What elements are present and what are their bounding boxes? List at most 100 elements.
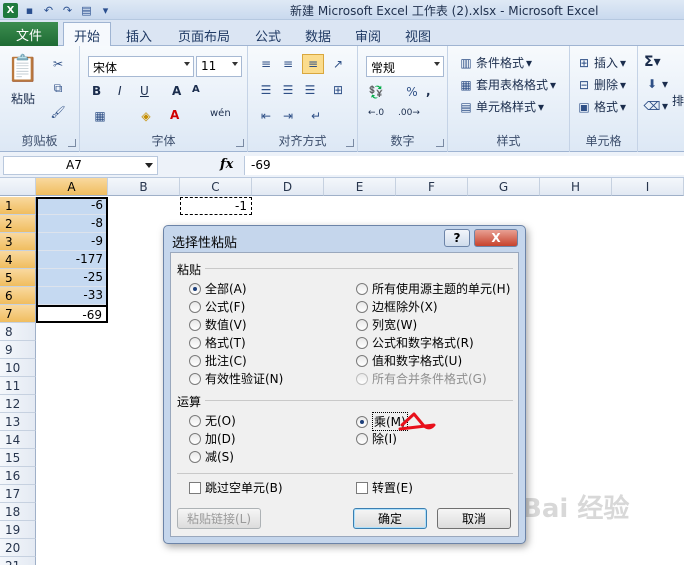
name-box[interactable]: A7	[3, 156, 158, 175]
skip-blanks-checkbox[interactable]: 跳过空单元(B)	[189, 479, 283, 496]
row-header[interactable]: 8	[0, 323, 36, 341]
tab-home[interactable]: 开始	[63, 22, 111, 47]
row-header[interactable]: 10	[0, 359, 36, 377]
merge-center-icon[interactable]: ⊞	[330, 82, 346, 98]
cell-a2[interactable]: -8	[36, 215, 108, 233]
column-header-e[interactable]: E	[324, 178, 396, 196]
row-header[interactable]: 16	[0, 467, 36, 485]
decrease-decimal-icon[interactable]: .00→	[398, 108, 420, 118]
cell-a1[interactable]: -6	[36, 197, 108, 215]
row-header[interactable]: 15	[0, 449, 36, 467]
row-header[interactable]: 1	[0, 197, 36, 215]
tab-data[interactable]: 数据	[298, 24, 338, 46]
column-header-c[interactable]: C	[180, 178, 252, 196]
align-bottom-icon[interactable]: ≡	[302, 54, 324, 74]
decrease-indent-icon[interactable]: ⇤	[258, 108, 274, 124]
italic-icon[interactable]: I	[118, 84, 122, 98]
option-formulas[interactable]: 公式(F)	[189, 298, 245, 315]
row-header[interactable]: 11	[0, 377, 36, 395]
option-formats[interactable]: 格式(T)	[189, 334, 246, 351]
row-header[interactable]: 3	[0, 233, 36, 251]
insert-cells-button[interactable]: ⊞ 插入 ▾	[576, 54, 626, 71]
option-comments[interactable]: 批注(C)	[189, 352, 247, 369]
tab-insert[interactable]: 插入	[118, 24, 160, 46]
column-header-a[interactable]: A	[36, 178, 108, 196]
format-as-table-button[interactable]: ▦ 套用表格格式 ▾	[458, 76, 556, 93]
row-header[interactable]: 4	[0, 251, 36, 269]
row-header[interactable]: 13	[0, 413, 36, 431]
paste-button[interactable]: 📋 粘贴	[7, 54, 39, 107]
cell-c1-copied[interactable]: -1	[180, 197, 252, 215]
column-header-d[interactable]: D	[252, 178, 324, 196]
option-formulas-number-formats[interactable]: 公式和数字格式(R)	[356, 334, 474, 351]
font-size-combo[interactable]: 11	[196, 56, 242, 77]
redo-icon[interactable]: ↷	[60, 3, 75, 18]
paste-link-button[interactable]: 粘贴链接(L)	[177, 508, 261, 529]
clear-icon[interactable]: ⌫ ▾	[644, 98, 669, 114]
autosum-icon[interactable]: Σ▾	[644, 54, 661, 70]
option-column-widths[interactable]: 列宽(W)	[356, 316, 417, 333]
tab-view[interactable]: 视图	[398, 24, 438, 46]
alignment-launcher-icon[interactable]	[346, 139, 354, 147]
row-header[interactable]: 6	[0, 287, 36, 305]
option-none[interactable]: 无(O)	[189, 412, 236, 429]
tab-page-layout[interactable]: 页面布局	[170, 24, 238, 46]
row-header[interactable]: 14	[0, 431, 36, 449]
row-header[interactable]: 21	[0, 557, 36, 565]
increase-indent-icon[interactable]: ⇥	[280, 108, 296, 124]
formula-input[interactable]: -69	[244, 156, 684, 175]
number-format-combo[interactable]: 常规	[366, 56, 444, 77]
percent-icon[interactable]: %	[404, 84, 420, 100]
ok-button[interactable]: 确定	[353, 508, 427, 529]
underline-icon[interactable]: U	[140, 84, 149, 98]
close-button[interactable]: X	[474, 229, 518, 247]
option-validation[interactable]: 有效性验证(N)	[189, 370, 283, 387]
wrap-text-icon[interactable]: ↵	[308, 108, 324, 124]
column-header-b[interactable]: B	[108, 178, 180, 196]
fill-color-icon[interactable]: ◈	[138, 108, 154, 124]
align-left-icon[interactable]: ☰	[258, 82, 274, 98]
row-header[interactable]: 12	[0, 395, 36, 413]
tab-formulas[interactable]: 公式	[248, 24, 288, 46]
option-no-borders[interactable]: 边框除外(X)	[356, 298, 438, 315]
increase-decimal-icon[interactable]: ←.0	[368, 108, 384, 118]
copy-icon[interactable]: ⧉	[50, 80, 66, 96]
font-color-icon[interactable]: A	[170, 108, 179, 122]
row-header[interactable]: 19	[0, 521, 36, 539]
excel-logo-icon[interactable]: X	[3, 2, 18, 18]
row-header[interactable]: 7	[0, 305, 36, 323]
cell-a3[interactable]: -9	[36, 233, 108, 251]
transpose-checkbox[interactable]: 转置(E)	[356, 479, 413, 496]
number-launcher-icon[interactable]	[436, 139, 444, 147]
help-button[interactable]: ?	[444, 229, 470, 247]
align-middle-icon[interactable]: ≡	[280, 56, 296, 72]
save-icon[interactable]: ▪	[22, 3, 37, 18]
tab-file[interactable]: 文件	[0, 22, 58, 46]
option-subtract[interactable]: 减(S)	[189, 448, 234, 465]
format-painter-icon[interactable]: 🖌	[50, 104, 66, 120]
column-header-g[interactable]: G	[468, 178, 540, 196]
bold-icon[interactable]: B	[92, 84, 101, 98]
undo-icon[interactable]: ↶	[41, 3, 56, 18]
cut-icon[interactable]: ✂	[50, 56, 66, 72]
sort-filter-label[interactable]: 排	[672, 92, 684, 109]
option-all[interactable]: 全部(A)	[189, 280, 247, 297]
comma-icon[interactable]: ,	[426, 84, 431, 98]
phonetic-icon[interactable]: wén	[210, 108, 231, 119]
align-center-icon[interactable]: ☰	[280, 82, 296, 98]
cell-a4[interactable]: -177	[36, 251, 108, 269]
row-header[interactable]: 9	[0, 341, 36, 359]
orientation-icon[interactable]: ↗	[330, 56, 346, 72]
option-add[interactable]: 加(D)	[189, 430, 236, 447]
option-values[interactable]: 数值(V)	[189, 316, 247, 333]
cancel-button[interactable]: 取消	[437, 508, 511, 529]
option-values-number-formats[interactable]: 值和数字格式(U)	[356, 352, 462, 369]
cell-styles-button[interactable]: ▤ 单元格样式 ▾	[458, 98, 544, 115]
insert-function-icon[interactable]: fx	[220, 157, 233, 172]
align-right-icon[interactable]: ☰	[302, 82, 318, 98]
row-header[interactable]: 5	[0, 269, 36, 287]
conditional-formatting-button[interactable]: ▥ 条件格式 ▾	[458, 54, 532, 71]
cell-a5[interactable]: -25	[36, 269, 108, 287]
format-cells-button[interactable]: ▣ 格式 ▾	[576, 98, 626, 115]
currency-icon[interactable]: 💱	[368, 84, 384, 100]
